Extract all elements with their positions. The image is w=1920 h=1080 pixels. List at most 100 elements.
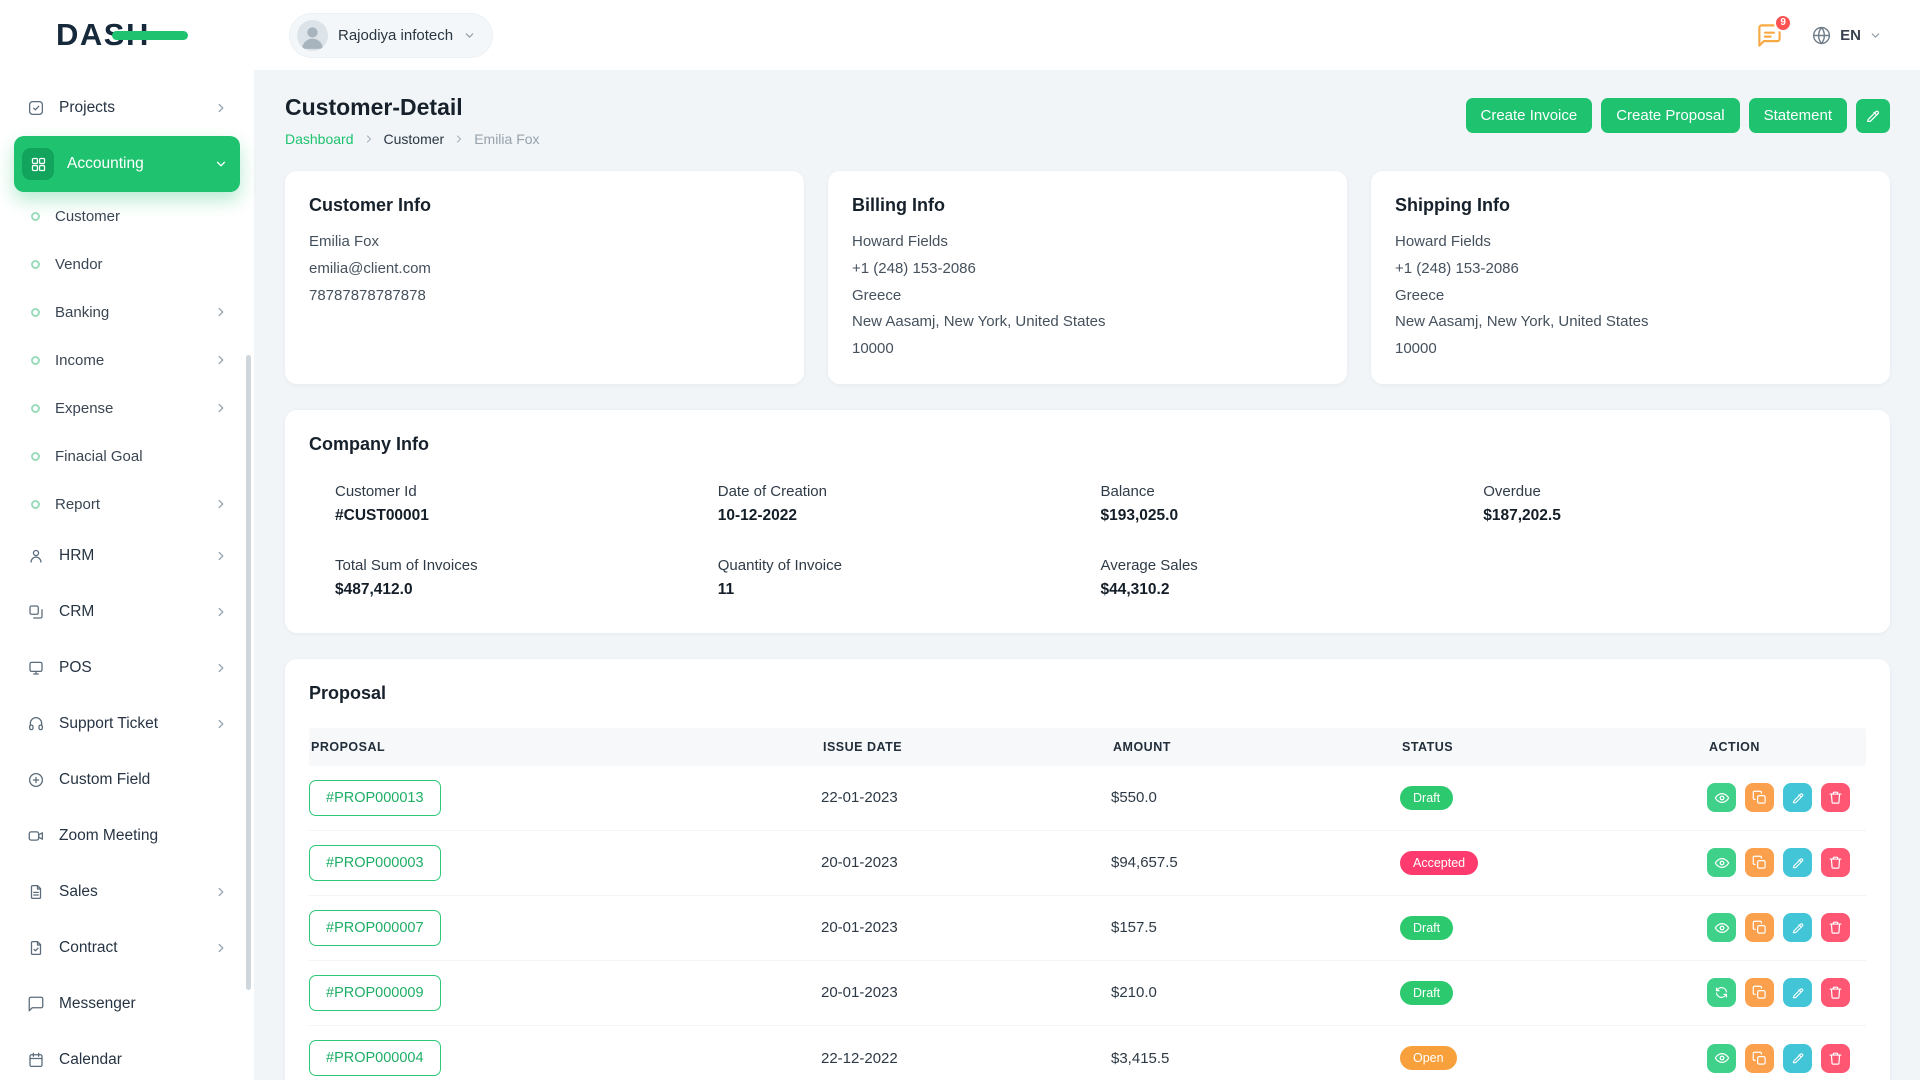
sidebar-item-zoom-meeting[interactable]: Zoom Meeting: [14, 808, 240, 864]
language-selector[interactable]: EN: [1811, 25, 1882, 46]
user-icon: [26, 547, 46, 565]
logo[interactable]: DASH: [0, 0, 254, 70]
proposal-table-header: PROPOSAL ISSUE DATE AMOUNT STATUS ACTION: [309, 728, 1866, 766]
chevron-right-icon: [214, 941, 228, 955]
billing-info-card: Billing Info Howard Fields +1 (248) 153-…: [828, 171, 1347, 384]
main-content: Customer-Detail Dashboard Customer Emili…: [254, 70, 1920, 1080]
sidebar-nav: Projects Accounting Customer Vendor Bank…: [0, 70, 254, 1080]
sidebar-item-accounting[interactable]: Accounting: [14, 136, 240, 192]
view-button[interactable]: [1707, 913, 1736, 942]
sidebar-item-label: Income: [55, 352, 104, 369]
col-status: STATUS: [1400, 740, 1707, 754]
eye-icon: [1714, 790, 1730, 806]
proposal-card: Proposal PROPOSAL ISSUE DATE AMOUNT STAT…: [285, 659, 1890, 1080]
status-badge: Accepted: [1400, 851, 1478, 875]
chevron-right-icon: [214, 661, 228, 675]
edit-button[interactable]: [1783, 1044, 1812, 1073]
proposal-row: #PROP000003 20-01-2023 $94,657.5 Accepte…: [309, 831, 1866, 896]
view-button[interactable]: [1707, 783, 1736, 812]
issue-date: 20-01-2023: [821, 919, 1111, 936]
proposal-id-button[interactable]: #PROP000013: [309, 780, 441, 816]
company-info-grid: Customer Id #CUST00001 Date of Creation …: [309, 483, 1866, 599]
duplicate-button[interactable]: [1745, 978, 1774, 1007]
duplicate-button[interactable]: [1745, 783, 1774, 812]
edit-button[interactable]: [1783, 848, 1812, 877]
chevron-right-icon: [214, 885, 228, 899]
sidebar-item-projects[interactable]: Projects: [14, 80, 240, 136]
pencil-icon: [1791, 856, 1805, 870]
delete-button[interactable]: [1821, 978, 1850, 1007]
trash-icon: [1828, 790, 1843, 805]
create-proposal-button[interactable]: Create Proposal: [1601, 98, 1739, 133]
sidebar-item-hrm[interactable]: HRM: [14, 528, 240, 584]
globe-icon: [1811, 25, 1832, 46]
sidebar-item-support-ticket[interactable]: Support Ticket: [14, 696, 240, 752]
eye-icon: [1714, 1050, 1730, 1066]
pencil-icon: [1791, 1051, 1805, 1065]
breadcrumb-customer[interactable]: Customer: [384, 131, 445, 147]
field-average-sales: Average Sales $44,310.2: [1101, 557, 1484, 599]
sidebar-item-customer[interactable]: Customer: [14, 192, 240, 240]
logo-accent-bar: [112, 31, 188, 40]
amount: $94,657.5: [1111, 854, 1400, 871]
language-code: EN: [1840, 27, 1861, 44]
view-button[interactable]: [1707, 1044, 1736, 1073]
delete-button[interactable]: [1821, 783, 1850, 812]
sidebar-item-report[interactable]: Report: [14, 480, 240, 528]
chevron-right-icon: [214, 305, 228, 319]
delete-button[interactable]: [1821, 848, 1850, 877]
sidebar-item-sales[interactable]: Sales: [14, 864, 240, 920]
chevron-right-icon: [363, 133, 375, 145]
proposal-id-button[interactable]: #PROP000004: [309, 1040, 441, 1076]
sidebar-item-label: Expense: [55, 400, 113, 417]
dot-circle-icon: [31, 308, 40, 317]
layers-icon: [26, 603, 46, 621]
sidebar-item-label: Customer: [55, 208, 120, 225]
proposal-row: #PROP000013 22-01-2023 $550.0 Draft: [309, 766, 1866, 831]
sidebar-item-financial-goal[interactable]: Finacial Goal: [14, 432, 240, 480]
sidebar-item-vendor[interactable]: Vendor: [14, 240, 240, 288]
sidebar-item-crm[interactable]: CRM: [14, 584, 240, 640]
sidebar-item-contract[interactable]: Contract: [14, 920, 240, 976]
row-actions: [1707, 783, 1866, 812]
proposal-id-button[interactable]: #PROP000007: [309, 910, 441, 946]
create-invoice-button[interactable]: Create Invoice: [1466, 98, 1593, 133]
dot-circle-icon: [31, 212, 40, 221]
sidebar-item-banking[interactable]: Banking: [14, 288, 240, 336]
sidebar-item-calendar[interactable]: Calendar: [14, 1032, 240, 1080]
shipping-name: Howard Fields: [1395, 231, 1866, 253]
edit-button[interactable]: [1783, 978, 1812, 1007]
statement-button[interactable]: Statement: [1749, 98, 1847, 133]
sidebar-item-income[interactable]: Income: [14, 336, 240, 384]
sidebar-item-label: Accounting: [67, 155, 144, 173]
notifications-button[interactable]: 9: [1756, 22, 1783, 49]
edit-button[interactable]: [1783, 783, 1812, 812]
edit-customer-button[interactable]: [1856, 99, 1890, 133]
duplicate-button[interactable]: [1745, 1044, 1774, 1073]
breadcrumb-dashboard[interactable]: Dashboard: [285, 131, 354, 147]
sidebar-scrollbar[interactable]: [246, 355, 251, 990]
duplicate-button[interactable]: [1745, 913, 1774, 942]
customer-phone: 78787878787878: [309, 285, 780, 307]
row-actions: [1707, 978, 1866, 1007]
sidebar-item-pos[interactable]: POS: [14, 640, 240, 696]
proposal-id-button[interactable]: #PROP000009: [309, 975, 441, 1011]
view-button[interactable]: [1707, 848, 1736, 877]
chat-bubble-icon: [26, 995, 46, 1013]
delete-button[interactable]: [1821, 1044, 1850, 1073]
chevron-right-icon: [214, 101, 228, 115]
delete-button[interactable]: [1821, 913, 1850, 942]
sidebar-item-label: Support Ticket: [59, 715, 158, 733]
row-actions: [1707, 913, 1866, 942]
company-selector[interactable]: Rajodiya infotech: [290, 14, 492, 57]
proposal-id-button[interactable]: #PROP000003: [309, 845, 441, 881]
edit-button[interactable]: [1783, 913, 1812, 942]
sidebar-item-expense[interactable]: Expense: [14, 384, 240, 432]
duplicate-button[interactable]: [1745, 848, 1774, 877]
sidebar-item-custom-field[interactable]: Custom Field: [14, 752, 240, 808]
refresh-button[interactable]: [1707, 978, 1736, 1007]
card-title: Company Info: [309, 434, 1866, 455]
customer-name: Emilia Fox: [309, 231, 780, 253]
chevron-right-icon: [453, 133, 465, 145]
sidebar-item-messenger[interactable]: Messenger: [14, 976, 240, 1032]
